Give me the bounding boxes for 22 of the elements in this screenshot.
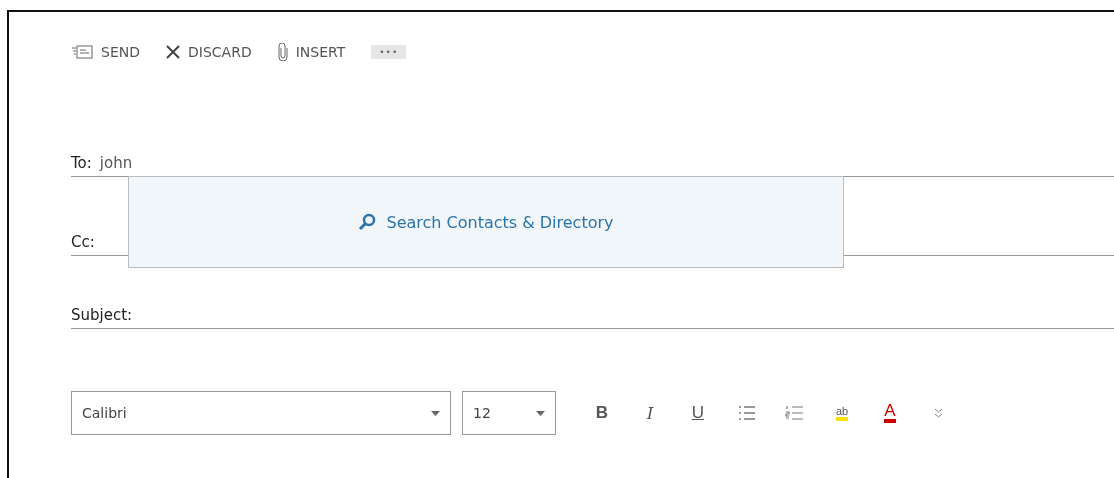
send-icon (71, 45, 93, 59)
underline-button[interactable]: U (674, 403, 722, 423)
font-color-button[interactable]: A (866, 403, 914, 423)
send-button[interactable]: SEND (71, 42, 140, 62)
bullet-list-icon[interactable] (737, 405, 755, 421)
more-button[interactable]: ••• (371, 45, 407, 59)
dropdown-caret-icon (431, 410, 440, 416)
bold-button[interactable]: B (578, 403, 626, 423)
numbered-list-icon[interactable] (785, 405, 803, 421)
italic-button[interactable]: I (626, 403, 674, 423)
dropdown-caret-icon (536, 410, 545, 416)
discard-button[interactable]: DISCARD (166, 42, 252, 62)
paperclip-icon (277, 43, 288, 61)
font-dropdown[interactable]: Calibri (71, 391, 451, 435)
highlight-button[interactable]: ab (818, 405, 866, 421)
font-size-dropdown[interactable]: 12 (462, 391, 556, 435)
chevron-down-icon[interactable] (933, 407, 943, 419)
subject-field[interactable]: Subject: (71, 302, 1114, 329)
search-suggestion-menu[interactable]: Search Contacts & Directory (128, 176, 844, 268)
search-icon (358, 213, 377, 231)
insert-button[interactable]: INSERT (277, 41, 346, 63)
close-icon (166, 45, 180, 59)
